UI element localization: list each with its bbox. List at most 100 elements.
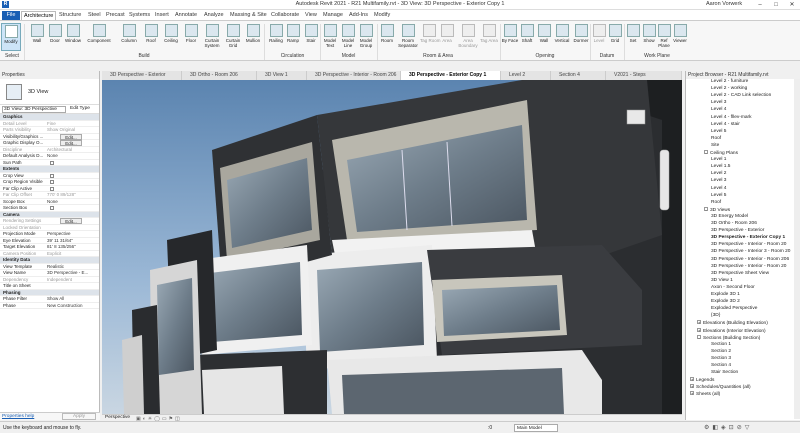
view-tab[interactable]: 3D Perspective - Exterior [102, 71, 182, 80]
tab-precast[interactable]: Precast [104, 11, 127, 20]
property-checkbox[interactable] [50, 206, 54, 210]
set-button[interactable]: Set [625, 23, 641, 51]
model-text-button[interactable]: Model Text [321, 23, 339, 51]
curtain-grid-button[interactable]: Curtain Grid [222, 23, 244, 51]
shaft-button[interactable]: Shaft [518, 23, 536, 51]
edit-button[interactable]: Edit... [60, 140, 82, 146]
vertical-button[interactable]: Vertical [552, 23, 572, 51]
view-tab[interactable]: V2021 - Steps [606, 71, 682, 80]
browser-tree-item[interactable]: 3D Perspective - Interior - Room 20 [711, 242, 786, 247]
ramp-button[interactable]: Ramp [284, 23, 302, 51]
browser-tree-item[interactable]: + Legends [690, 377, 714, 383]
by-face-button[interactable]: By Face [501, 23, 519, 51]
expand-toggle-icon[interactable]: - [697, 334, 701, 339]
view-tab[interactable]: 3D Ortho - Room 206 [182, 71, 257, 80]
browser-tree-item[interactable]: 3D Perspective - Exterior Copy 1 [711, 235, 785, 240]
browser-tree-item[interactable]: Level 2 - CAD Link selection [711, 93, 771, 98]
edit-type-button[interactable]: Edit Type [70, 106, 90, 111]
tab-structure[interactable]: Structure [57, 11, 83, 20]
tab-architecture[interactable]: Architecture [21, 11, 57, 20]
browser-tree-item[interactable]: 3D Energy Model [711, 214, 748, 219]
property-checkbox[interactable] [50, 160, 54, 165]
browser-scrollbar[interactable] [794, 79, 800, 419]
browser-tree-item[interactable]: 3D Perspective - Interior - Room 20 [711, 264, 786, 269]
browser-tree-item[interactable]: {3D} [711, 313, 720, 318]
stair-button[interactable]: Stair [302, 23, 320, 51]
close-button[interactable]: ✕ [784, 0, 800, 10]
tab-view[interactable]: View [303, 11, 319, 20]
window-button[interactable]: Window [62, 23, 84, 51]
show-button[interactable]: Show [641, 23, 657, 51]
browser-tree-item[interactable]: Level 3 [711, 100, 726, 105]
expand-toggle-icon[interactable]: - [704, 206, 708, 211]
browser-tree-item[interactable]: Explode 3D 2 [711, 299, 740, 304]
build-panel-label[interactable]: Build [26, 53, 262, 59]
browser-tree-item[interactable]: 3D Perspective - Interior - Room 206 [711, 257, 789, 262]
browser-tree-item[interactable]: Level 4 [711, 186, 726, 191]
ceiling-button[interactable]: Ceiling [161, 23, 181, 51]
browser-tree-item[interactable]: Level 2 - furniture [711, 79, 748, 84]
browser-tree-item[interactable]: Level 1.5 [711, 164, 730, 169]
tab-analyze[interactable]: Analyze [202, 11, 226, 20]
room-button[interactable]: Room [378, 23, 396, 51]
browser-tree-item[interactable]: 3D Perspective Sheet View [711, 271, 769, 276]
floor-button[interactable]: Floor [182, 23, 200, 51]
view-instance-dropdown[interactable]: 3D View: 3D Perspective [2, 106, 66, 113]
browser-tree-item[interactable]: - Sections (Building Section) [697, 334, 760, 341]
browser-tree-item[interactable]: Section 4 [711, 363, 731, 368]
tab-massing-site[interactable]: Massing & Site [228, 11, 269, 20]
browser-tree-item[interactable]: + Elevations (Building Elevation) [697, 320, 768, 326]
ref-plane-button[interactable]: Ref Plane [657, 23, 671, 51]
view-tab[interactable]: Section 4 [551, 71, 606, 80]
tab-annotate[interactable]: Annotate [173, 11, 199, 20]
browser-tree-item[interactable]: Stair Section [711, 370, 738, 375]
column-button[interactable]: Column [118, 23, 140, 51]
3d-viewport[interactable] [102, 80, 682, 414]
tag-room-button[interactable]: Tag Room [420, 23, 441, 51]
browser-tree-item[interactable]: Level 5 [711, 129, 726, 134]
browser-tree-item[interactable]: 3D Perspective - Exterior [711, 228, 764, 233]
level-button[interactable]: Level [591, 23, 607, 51]
browser-tree-item[interactable]: Roof [711, 200, 721, 205]
design-option-dropdown[interactable]: Main Model [514, 424, 558, 432]
browser-tree-item[interactable]: - Ceiling Plans [704, 150, 738, 156]
area-button[interactable]: Area [438, 23, 456, 51]
view-tab-active[interactable]: 3D Perspective - Exterior Copy 1 [401, 71, 501, 80]
tab-manage[interactable]: Manage [321, 11, 345, 20]
roof-button[interactable]: Roof [142, 23, 160, 51]
property-value[interactable]: New Construction [47, 303, 83, 310]
browser-tree-item[interactable]: Level 2 [711, 171, 726, 176]
browser-tree-item[interactable]: Level 2 - working [711, 86, 747, 91]
browser-tree-item[interactable]: -3D Views [704, 206, 730, 213]
browser-tree-item[interactable]: + Sheets (all) [690, 391, 720, 397]
expand-toggle-icon[interactable]: + [697, 320, 701, 325]
browser-tree-item[interactable]: Level 1 [711, 157, 726, 162]
view-cube-icon[interactable] [626, 109, 646, 125]
browser-tree-item[interactable]: 3D Ortho - Room 206 [711, 221, 757, 226]
browser-tree-item[interactable]: Exploded Perspective [711, 306, 757, 311]
browser-tree-item[interactable]: + Elevations (Interior Elevation) [697, 327, 766, 334]
view-tab[interactable]: 3D Perspective - Interior - Room 206 [307, 71, 401, 80]
property-row[interactable]: Phase New Construction [0, 303, 99, 310]
properties-help-link[interactable]: Properties help [2, 414, 34, 419]
tab-collaborate[interactable]: Collaborate [269, 11, 301, 20]
browser-tree-item[interactable]: Site [711, 143, 719, 148]
expand-toggle-icon[interactable]: + [690, 384, 694, 389]
modify-button[interactable]: Modify [1, 23, 21, 51]
tab-steel[interactable]: Steel [86, 11, 103, 20]
select-panel-label[interactable]: Select [2, 53, 22, 59]
curtain-system-button[interactable]: Curtain System [201, 23, 223, 51]
browser-tree-item[interactable]: + Schedules/Quantities (all) [690, 384, 751, 390]
type-selector[interactable]: 3D View [0, 79, 99, 105]
circulation-panel-label[interactable]: Circulation [265, 53, 320, 59]
model-group-button[interactable]: Model Group [357, 23, 375, 51]
dormer-button[interactable]: Dormer [572, 23, 590, 51]
property-checkbox[interactable] [50, 180, 54, 184]
edit-button[interactable]: Edit... [60, 218, 82, 224]
property-checkbox[interactable] [50, 186, 54, 191]
apply-button[interactable]: Apply [62, 413, 96, 420]
opening-wall-button[interactable]: Wall [535, 23, 553, 51]
browser-tree-item[interactable]: Level 4 [711, 107, 726, 112]
work-plane-panel-label[interactable]: Work Plane [625, 53, 689, 59]
edit-button[interactable]: Edit... [60, 133, 82, 140]
